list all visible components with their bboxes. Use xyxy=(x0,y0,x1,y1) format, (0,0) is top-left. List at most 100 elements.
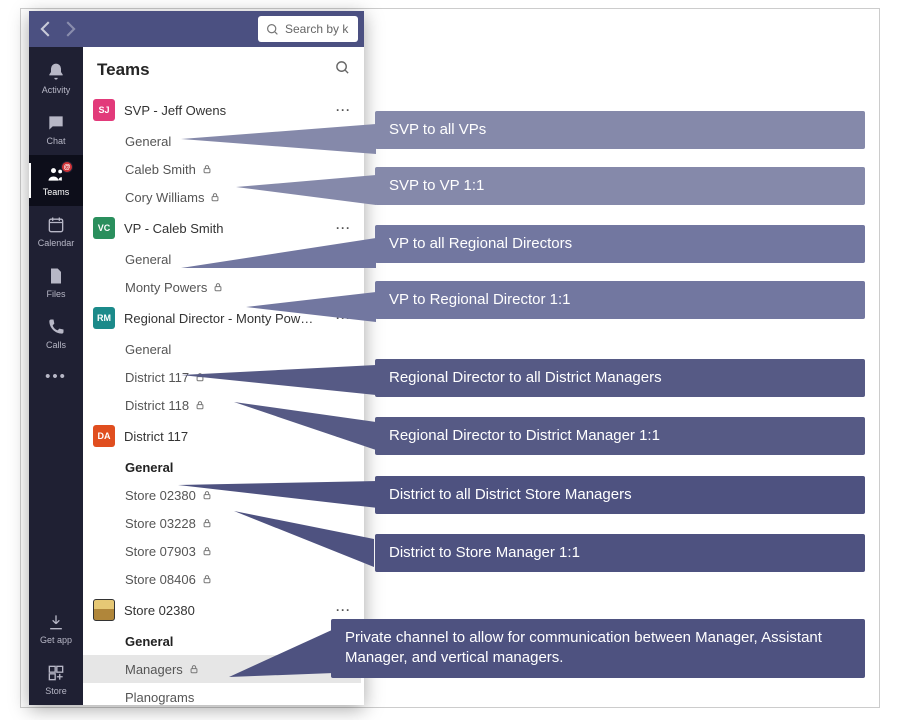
notification-badge: @ xyxy=(61,161,73,173)
search-input[interactable]: Search by k xyxy=(258,16,358,42)
titlebar: Search by k xyxy=(29,11,364,47)
channel-row[interactable]: General xyxy=(83,245,361,273)
channel-name: Planograms xyxy=(125,690,194,705)
ellipsis-icon: ••• xyxy=(45,368,67,385)
rail-store[interactable]: Store xyxy=(29,654,83,705)
chat-icon xyxy=(46,113,66,133)
lock-icon xyxy=(202,162,212,177)
team-name: VP - Caleb Smith xyxy=(124,221,327,236)
search-wrap: Search by k xyxy=(258,16,358,42)
files-icon xyxy=(46,266,66,286)
channel-row[interactable]: General xyxy=(83,453,361,481)
panel-header: Teams xyxy=(83,47,364,93)
search-icon xyxy=(266,23,279,36)
outer-frame: Search by k Activity Chat Teams @ xyxy=(20,8,880,708)
teams-panel: Teams SJ SVP - Jeff Owens ··· General Caleb … xyxy=(83,47,364,705)
channel-name: District 117 xyxy=(125,370,189,385)
callout: VP to all Regional Directors xyxy=(375,225,865,263)
rail-getapp[interactable]: Get app xyxy=(29,603,83,654)
channel-row[interactable]: Store 03228 xyxy=(83,509,361,537)
channel-name: General xyxy=(125,134,171,149)
phone-icon xyxy=(46,317,66,337)
panel-search-icon[interactable] xyxy=(335,60,350,80)
team-more-icon[interactable]: ··· xyxy=(336,311,351,325)
lock-icon xyxy=(202,516,212,531)
channel-row[interactable]: Planograms xyxy=(83,683,361,705)
channel-row[interactable]: Cory Williams xyxy=(83,183,361,211)
callout: District to all District Store Managers xyxy=(375,476,865,514)
channel-row[interactable]: Caleb Smith xyxy=(83,155,361,183)
channel-row[interactable]: Store 07903 xyxy=(83,537,361,565)
rail-files[interactable]: Files xyxy=(29,257,83,308)
teams-list[interactable]: SJ SVP - Jeff Owens ··· General Caleb Smith C… xyxy=(83,93,364,705)
channel-row[interactable]: District 118 xyxy=(83,391,361,419)
channel-name: General xyxy=(125,342,171,357)
callout: Private channel to allow for communicati… xyxy=(331,619,865,678)
callout: VP to Regional Director 1:1 xyxy=(375,281,865,319)
app-body: Activity Chat Teams @ Calendar Fil xyxy=(29,47,364,705)
forward-button[interactable] xyxy=(59,18,81,40)
channel-row[interactable]: Store 08406 xyxy=(83,565,361,593)
team-row[interactable]: DADistrict 117··· xyxy=(83,419,361,453)
channel-name: Caleb Smith xyxy=(125,162,196,177)
search-placeholder: Search by k xyxy=(285,22,348,36)
rail-activity[interactable]: Activity xyxy=(29,53,83,104)
channel-name: Store 02380 xyxy=(125,488,196,503)
team-more-icon[interactable]: ··· xyxy=(336,103,351,117)
channel-row[interactable]: Managers xyxy=(83,655,361,683)
rail-calls[interactable]: Calls xyxy=(29,308,83,359)
channel-name: Monty Powers xyxy=(125,280,207,295)
team-more-icon[interactable]: ··· xyxy=(336,221,351,235)
rail-chat[interactable]: Chat xyxy=(29,104,83,155)
nav-arrows xyxy=(35,18,81,40)
channel-name: Managers xyxy=(125,662,183,677)
channel-row[interactable]: Monty Powers xyxy=(83,273,361,301)
team-row[interactable]: RMRegional Director - Monty Pow…··· xyxy=(83,301,361,335)
lock-icon xyxy=(202,488,212,503)
team-row[interactable]: SJ SVP - Jeff Owens ··· xyxy=(83,93,361,127)
channel-name: General xyxy=(125,634,173,649)
channel-row[interactable]: Store 02380 xyxy=(83,481,361,509)
channel-name: General xyxy=(125,252,171,267)
team-row[interactable]: Store 02380 ··· xyxy=(83,593,361,627)
team-avatar xyxy=(93,599,115,621)
team-avatar: SJ xyxy=(93,99,115,121)
team-avatar: VC xyxy=(93,217,115,239)
calendar-icon xyxy=(46,215,66,235)
channel-row[interactable]: General xyxy=(83,335,361,363)
rail-more[interactable]: ••• xyxy=(29,359,83,394)
team-name: SVP - Jeff Owens xyxy=(124,103,327,118)
team-name: Store 02380 xyxy=(124,603,327,618)
team-avatar: RM xyxy=(93,307,115,329)
team-row[interactable]: VC VP - Caleb Smith ··· xyxy=(83,211,361,245)
lock-icon xyxy=(202,544,212,559)
channel-row[interactable]: General xyxy=(83,627,361,655)
callout: Regional Director to all District Manage… xyxy=(375,359,865,397)
store-icon xyxy=(46,663,66,683)
panel-title: Teams xyxy=(97,60,150,80)
channel-name: District 118 xyxy=(125,398,189,413)
lock-icon xyxy=(213,280,223,295)
channel-name: Store 07903 xyxy=(125,544,196,559)
channel-name: Cory Williams xyxy=(125,190,204,205)
lock-icon xyxy=(195,370,205,385)
channel-name: Store 03228 xyxy=(125,516,196,531)
team-more-icon[interactable]: ··· xyxy=(336,429,351,443)
rail-teams[interactable]: Teams @ xyxy=(29,155,83,206)
channel-row[interactable]: District 117 xyxy=(83,363,361,391)
back-button[interactable] xyxy=(35,18,57,40)
app-rail: Activity Chat Teams @ Calendar Fil xyxy=(29,47,83,705)
lock-icon xyxy=(189,662,199,677)
lock-icon xyxy=(195,398,205,413)
channel-row[interactable]: General xyxy=(83,127,361,155)
callout: SVP to VP 1:1 xyxy=(375,167,865,205)
bell-icon xyxy=(46,62,66,82)
team-more-icon[interactable]: ··· xyxy=(336,603,351,617)
team-avatar: DA xyxy=(93,425,115,447)
teams-app-window: Search by k Activity Chat Teams @ xyxy=(29,11,364,705)
rail-calendar[interactable]: Calendar xyxy=(29,206,83,257)
lock-icon xyxy=(202,572,212,587)
download-icon xyxy=(46,612,66,632)
lock-icon xyxy=(210,190,220,205)
callout: Regional Director to District Manager 1:… xyxy=(375,417,865,455)
